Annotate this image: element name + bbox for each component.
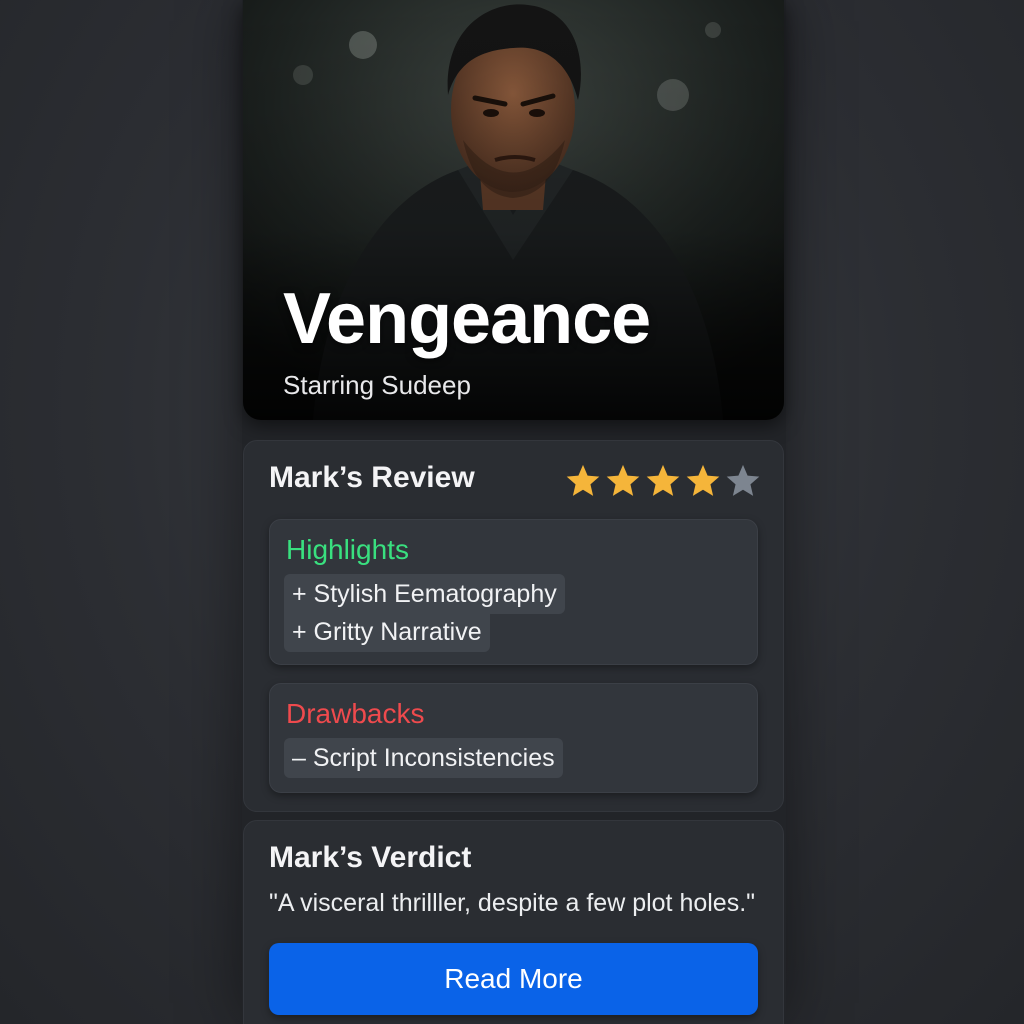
- verdict-card: Mark’s Verdict "A visceral thrilller, de…: [243, 820, 784, 1024]
- movie-title: Vengeance: [283, 279, 651, 359]
- highlight-item: + Gritty Narrative: [284, 612, 490, 652]
- movie-poster: Vengeance Starring Sudeep: [243, 0, 784, 420]
- star-filled-icon: [566, 464, 600, 496]
- star-filled-icon: [686, 464, 720, 496]
- highlights-heading: Highlights: [286, 534, 409, 565]
- drawbacks-heading: Drawbacks: [286, 698, 425, 729]
- verdict-title: Mark’s Verdict: [269, 841, 472, 874]
- star-filled-icon: [606, 464, 640, 496]
- drawbacks-card: Drawbacks – Script Inconsistencies: [269, 683, 758, 793]
- highlights-card: Highlights + Stylish Eematography + Grit…: [269, 519, 758, 665]
- star-rating: [564, 461, 762, 501]
- review-title: Mark’s Review: [269, 461, 475, 494]
- star-empty-icon: [726, 464, 760, 496]
- highlight-item: + Stylish Eematography: [284, 574, 565, 614]
- read-more-button[interactable]: Read More: [269, 943, 758, 1015]
- drawback-item: – Script Inconsistencies: [284, 738, 563, 778]
- movie-subtitle: Starring Sudeep: [283, 370, 471, 400]
- verdict-quote: "A visceral thrilller, despite a few plo…: [269, 889, 756, 917]
- star-filled-icon: [646, 464, 680, 496]
- review-card: Mark’s Review Highlights + Stylish Eemat…: [243, 440, 784, 812]
